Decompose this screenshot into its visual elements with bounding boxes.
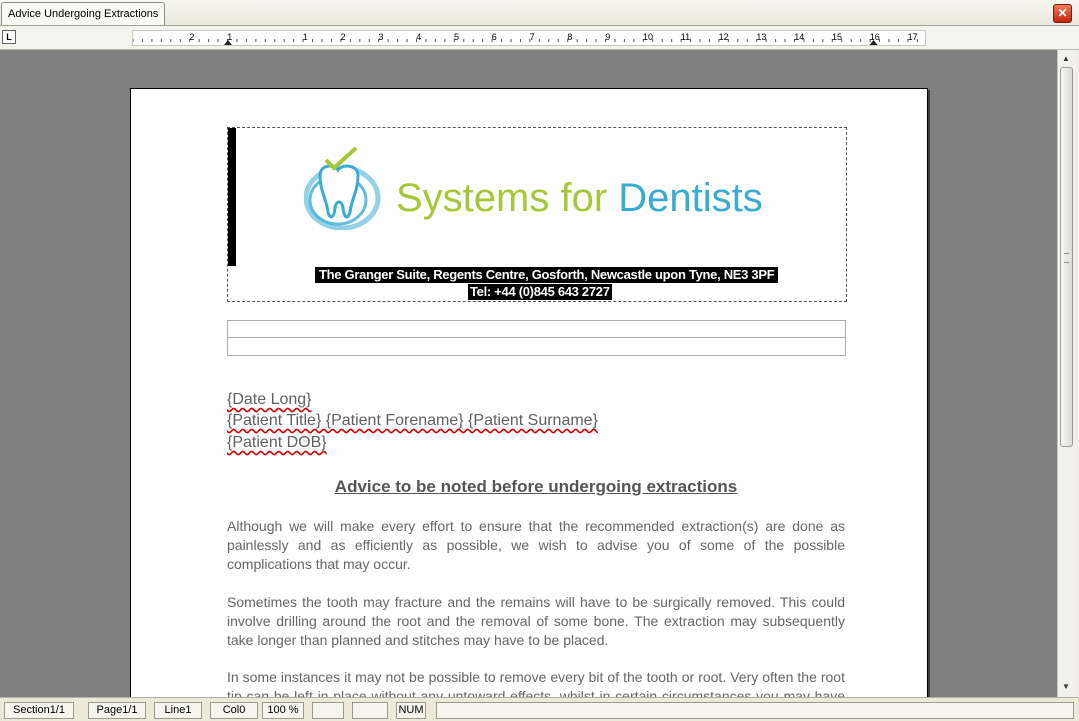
ruler-number: 16 bbox=[870, 32, 880, 42]
ruler-number: 2 bbox=[341, 32, 346, 42]
status-cell-empty bbox=[352, 702, 388, 719]
scroll-up-arrow-icon[interactable]: ▲ bbox=[1059, 52, 1073, 66]
status-page: Page1/1 bbox=[88, 702, 146, 719]
ruler-number: 12 bbox=[719, 32, 729, 42]
body-paragraph: Although we will make every effort to en… bbox=[227, 518, 845, 572]
practice-telephone: Tel: +44 (0)845 643 2727 bbox=[468, 284, 612, 300]
status-section: Section1/1 bbox=[4, 702, 74, 719]
frame-selection-bar bbox=[228, 128, 236, 266]
ruler-number: 5 bbox=[454, 32, 459, 42]
close-icon: ✕ bbox=[1057, 6, 1068, 20]
ruler-number: 1 bbox=[303, 32, 308, 42]
body-paragraph: In some instances it may not be possible… bbox=[227, 669, 845, 697]
vertical-scrollbar[interactable]: ▲ ▼ bbox=[1057, 50, 1075, 697]
ruler-number: 14 bbox=[794, 32, 804, 42]
status-cell-empty bbox=[312, 702, 344, 719]
document-workspace: Systems for Dentists The Granger Suite, … bbox=[0, 50, 1057, 697]
horizontal-ruler[interactable]: 21123456789101112131415161718 bbox=[132, 30, 926, 46]
field-patient-dob[interactable]: {Patient DOB} bbox=[227, 434, 327, 452]
document-heading: Advice to be noted before undergoing ext… bbox=[334, 477, 738, 496]
ruler-ticks: 21123456789101112131415161718 bbox=[133, 32, 918, 45]
scroll-down-arrow-icon[interactable]: ▼ bbox=[1059, 680, 1073, 694]
field-date-long[interactable]: {Date Long} bbox=[227, 391, 312, 409]
ruler-number: 4 bbox=[416, 32, 421, 42]
ruler-number: 17 bbox=[908, 32, 918, 42]
status-num-lock: NUM bbox=[396, 702, 426, 719]
ruler-number: 11 bbox=[681, 32, 690, 42]
ruler-number: 7 bbox=[530, 32, 535, 42]
status-message bbox=[436, 702, 1074, 719]
ruler-number: 3 bbox=[378, 32, 383, 42]
field-patient-name[interactable]: {Patient Title} {Patient Forename} {Pati… bbox=[227, 412, 598, 430]
ruler-number: 15 bbox=[832, 32, 842, 42]
grip-icon bbox=[1064, 253, 1069, 263]
brand-name-part1: Systems for bbox=[396, 176, 619, 220]
ruler-number: 10 bbox=[643, 32, 653, 42]
ruler-number: 8 bbox=[567, 32, 572, 42]
status-bar: Section1/1 Page1/1 Line1 Col0 100 % NUM bbox=[0, 697, 1079, 721]
close-button[interactable]: ✕ bbox=[1053, 4, 1072, 23]
letterhead-frame[interactable]: Systems for Dentists The Granger Suite, … bbox=[227, 127, 847, 302]
tab-stop-selector[interactable]: L bbox=[2, 30, 16, 44]
tooth-logo-icon bbox=[304, 146, 381, 230]
body-paragraph: Sometimes the tooth may fracture and the… bbox=[227, 594, 845, 648]
ruler-number: 9 bbox=[605, 32, 610, 42]
ruler-bar: L 21123456789101112131415161718 bbox=[0, 26, 1079, 50]
scroll-thumb[interactable] bbox=[1060, 67, 1073, 447]
table-row-divider bbox=[228, 337, 845, 338]
brand-name: Systems for Dentists bbox=[396, 176, 763, 221]
status-line: Line1 bbox=[154, 702, 202, 719]
ruler-number: 2 bbox=[189, 32, 194, 42]
tab-bar: Advice Undergoing Extractions ✕ bbox=[0, 0, 1079, 26]
status-column: Col0 bbox=[210, 702, 258, 719]
ruler-number: 13 bbox=[756, 32, 766, 42]
status-zoom[interactable]: 100 % bbox=[262, 702, 304, 719]
empty-table[interactable] bbox=[227, 320, 846, 356]
ruler-number: 6 bbox=[492, 32, 497, 42]
brand-name-part2: Dentists bbox=[618, 176, 763, 220]
document-tab[interactable]: Advice Undergoing Extractions bbox=[1, 2, 166, 25]
practice-address: The Granger Suite, Regents Centre, Gosfo… bbox=[315, 267, 779, 283]
document-page[interactable]: Systems for Dentists The Granger Suite, … bbox=[130, 88, 928, 697]
